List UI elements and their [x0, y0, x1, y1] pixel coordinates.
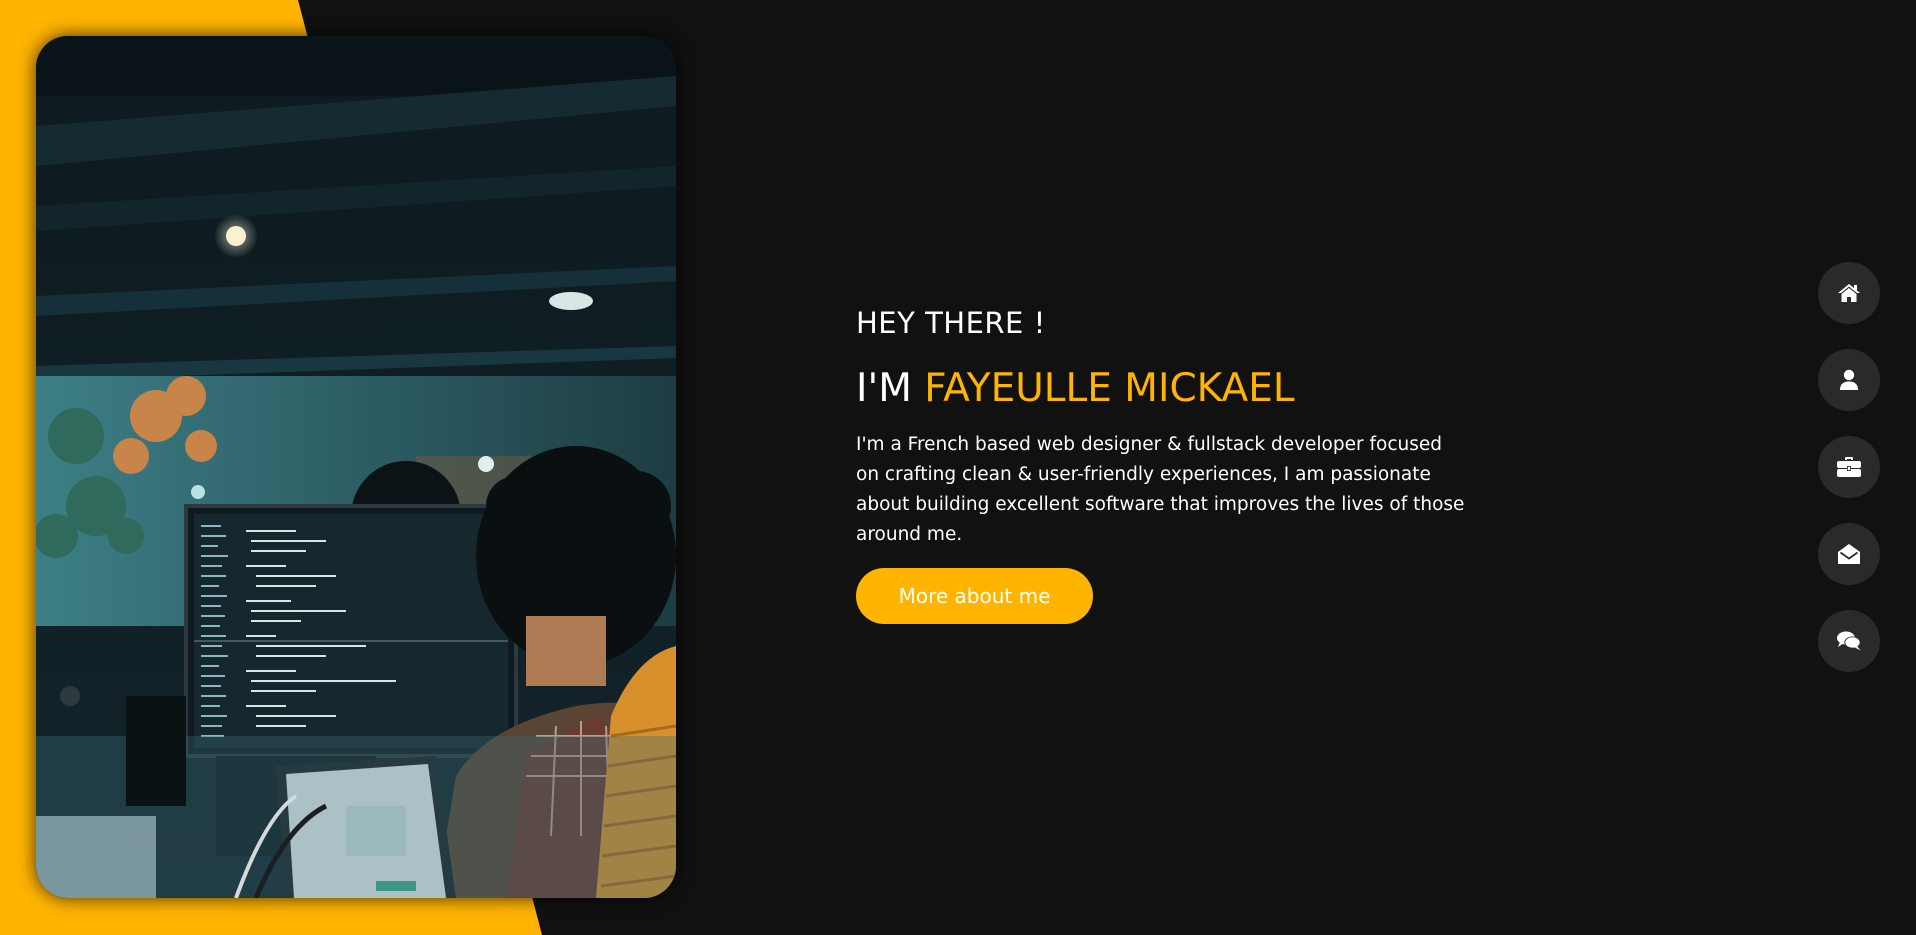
nav-portfolio-button[interactable]: [1818, 436, 1880, 498]
bio-paragraph: I'm a French based web designer & fullst…: [856, 434, 1465, 545]
user-icon: [1840, 369, 1858, 390]
name-highlight: FAYEULLE MICKAEL: [924, 366, 1295, 411]
hero-section: HEY THERE ! I'M FAYEULLE MICKAEL I'm a F…: [856, 298, 1476, 624]
profile-photo: [36, 36, 676, 898]
name-heading: I'M FAYEULLE MICKAEL: [856, 360, 1476, 418]
nav-home-button[interactable]: [1818, 262, 1880, 324]
home-page: HEY THERE ! I'M FAYEULLE MICKAEL I'm a F…: [0, 0, 1916, 935]
home-icon: [1838, 284, 1860, 302]
envelope-open-icon: [1838, 544, 1860, 564]
briefcase-icon: [1837, 457, 1861, 477]
nav-contact-button[interactable]: [1818, 523, 1880, 585]
nav-blog-button[interactable]: [1818, 610, 1880, 672]
comments-icon: [1837, 631, 1861, 651]
name-prefix: I'M: [856, 366, 925, 411]
more-about-me-button[interactable]: More about me: [856, 568, 1093, 624]
side-navigation: [1818, 262, 1880, 697]
nav-about-button[interactable]: [1818, 349, 1880, 411]
greeting-heading: HEY THERE !: [856, 306, 1046, 340]
